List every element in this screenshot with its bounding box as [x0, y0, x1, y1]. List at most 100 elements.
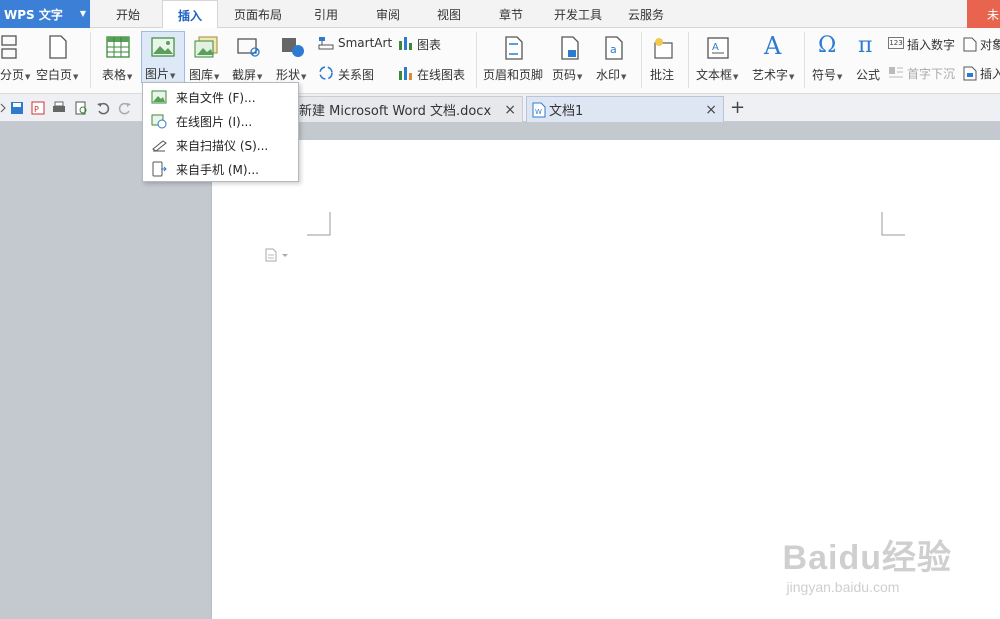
gallery-label: 图库: [189, 68, 214, 82]
close-icon[interactable]: ×: [705, 102, 717, 118]
paste-options-icon[interactable]: [264, 248, 290, 262]
formula-button[interactable]: π 公式: [854, 32, 886, 90]
picture-button[interactable]: 图片▼: [141, 31, 185, 83]
svg-text:P: P: [34, 105, 39, 114]
chevron-down-icon: ▼: [301, 73, 307, 81]
unregistered-button[interactable]: 未: [967, 0, 1000, 28]
online-chart-button[interactable]: 在线图表: [398, 64, 470, 82]
tab-page-layout[interactable]: 页面布局: [225, 0, 291, 28]
header-footer-label: 页眉和页脚: [483, 68, 544, 82]
blank-page-icon: [49, 35, 67, 59]
drop-cap-button[interactable]: 首字下沉: [888, 64, 958, 82]
object-label: 对象: [980, 38, 1000, 52]
symbol-button[interactable]: Ω 符号▼: [810, 32, 850, 90]
tab-cloud[interactable]: 云服务: [618, 0, 674, 28]
chevron-down-icon: ▼: [577, 73, 583, 81]
watermark-brand: Baidu经验: [782, 539, 952, 577]
smartart-label: SmartArt: [338, 36, 393, 50]
table-button[interactable]: 表格▼: [100, 32, 138, 90]
tab-review[interactable]: 审阅: [362, 0, 414, 28]
chevron-down-icon: ▼: [789, 73, 795, 81]
menu-item-from-phone[interactable]: 来自手机 (M)...: [143, 157, 298, 181]
insert-more-label: 插入: [980, 67, 1000, 81]
word-art-button[interactable]: A 艺术字▼: [750, 32, 800, 90]
menu-item-label: 来自扫描仪 (S)...: [176, 138, 269, 153]
insert-file-icon: [963, 66, 977, 81]
app-menu-button[interactable]: WPS 文字 ▼: [0, 0, 90, 28]
table-label: 表格: [102, 68, 127, 82]
redo-icon[interactable]: [118, 101, 132, 115]
document-page[interactable]: Baidu经验 jingyan.baidu.com: [211, 140, 1000, 619]
tab-insert[interactable]: 插入: [162, 0, 218, 29]
new-tab-plus-icon[interactable]: +: [730, 97, 745, 118]
divider: [90, 32, 91, 88]
tab-developer[interactable]: 开发工具: [545, 0, 611, 28]
object-button[interactable]: 对象: [962, 35, 1000, 53]
page-break-button[interactable]: 分页▼: [0, 32, 31, 90]
chart-label: 图表: [417, 38, 442, 52]
insert-number-button[interactable]: 123 插入数字: [888, 35, 958, 53]
baidu-watermark: Baidu经验 jingyan.baidu.com: [783, 530, 952, 595]
drop-cap-icon: [889, 67, 903, 78]
watermark-button[interactable]: a 水印▼: [594, 32, 634, 90]
table-icon: [106, 36, 130, 58]
symbol-label: 符号: [812, 68, 837, 82]
shapes-label: 形状: [276, 68, 301, 82]
app-title: WPS 文字: [4, 7, 63, 22]
menu-item-from-file[interactable]: 来自文件 (F)...: [143, 85, 298, 109]
insert-more-button[interactable]: 插入: [962, 64, 1000, 82]
relation-chart-label: 关系图: [338, 68, 375, 82]
menu-item-label: 在线图片 (I)...: [176, 114, 253, 129]
menu-item-online-picture[interactable]: 在线图片 (I)...: [143, 109, 298, 133]
chevron-down-icon: ▼: [733, 73, 739, 81]
header-footer-icon: [505, 36, 523, 60]
word-doc-icon: W: [532, 102, 546, 118]
header-footer-button[interactable]: 页眉和页脚: [482, 32, 546, 90]
object-icon: [963, 37, 977, 52]
undo-icon[interactable]: [96, 101, 110, 115]
menu-item-label: 来自手机 (M)...: [176, 162, 259, 177]
shapes-icon: [282, 38, 304, 57]
tab-references[interactable]: 引用: [300, 0, 352, 28]
online-picture-icon: [151, 114, 167, 129]
page-number-button[interactable]: 页码▼: [550, 32, 590, 90]
chevron-down-icon: ▼: [79, 9, 86, 18]
omega-icon: Ω: [818, 33, 837, 58]
text-box-icon: A: [707, 37, 729, 59]
divider: [688, 32, 689, 88]
relation-chart-button[interactable]: 关系图: [318, 64, 388, 82]
export-pdf-icon[interactable]: P: [31, 101, 45, 115]
online-chart-icon: [399, 67, 412, 80]
smartart-button[interactable]: SmartArt: [318, 34, 394, 52]
print-preview-icon[interactable]: [74, 101, 88, 115]
comment-icon: [654, 38, 673, 59]
image-file-icon: [151, 90, 167, 104]
drop-cap-label: 首字下沉: [907, 67, 956, 81]
tab-start[interactable]: 开始: [102, 0, 154, 28]
screenshot-icon: [237, 38, 260, 57]
watermark-icon: a: [605, 36, 623, 60]
page-break-icon: [1, 35, 17, 59]
picture-dropdown-menu: 来自文件 (F)... 在线图片 (I)... 来自扫描仪 (S)... 来自手…: [142, 82, 299, 182]
chart-button[interactable]: 图表: [398, 34, 448, 52]
comment-button[interactable]: 批注: [648, 32, 682, 90]
blank-page-button[interactable]: 空白页▼: [34, 32, 84, 90]
print-icon[interactable]: [52, 101, 66, 115]
menu-item-from-scanner[interactable]: 来自扫描仪 (S)...: [143, 133, 298, 157]
picture-label: 图片: [145, 67, 170, 81]
chevron-down-icon: ▼: [127, 73, 133, 81]
doc-tab-document1[interactable]: W 文档1 ×: [526, 96, 724, 122]
watermark-url: jingyan.baidu.com: [786, 579, 900, 595]
text-box-button[interactable]: A 文本框▼: [694, 32, 742, 90]
save-icon[interactable]: [10, 101, 24, 115]
divider: [804, 32, 805, 88]
number-icon: 123: [888, 37, 904, 49]
tab-sections[interactable]: 章节: [485, 0, 537, 28]
chevron-down-icon: ▼: [170, 72, 176, 80]
chevron-down-icon: ▼: [25, 73, 31, 81]
phone-icon: [152, 161, 167, 177]
formula-label: 公式: [856, 68, 881, 82]
tab-view[interactable]: 视图: [423, 0, 475, 28]
chevron-down-icon: ▼: [73, 73, 79, 81]
close-icon[interactable]: ×: [504, 102, 516, 118]
